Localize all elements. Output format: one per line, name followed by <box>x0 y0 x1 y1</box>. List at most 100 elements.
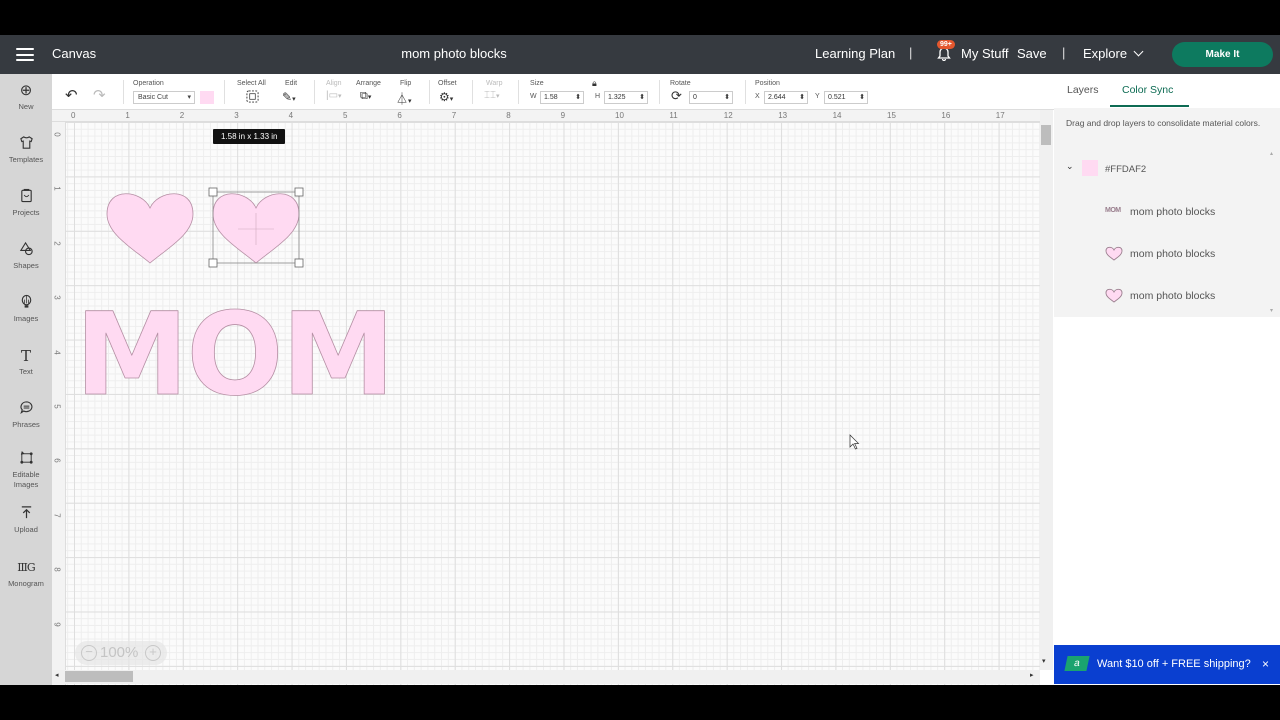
sidebar-label: Editable Images <box>12 470 40 489</box>
scroll-down-arrow[interactable]: ▾ <box>1042 657 1046 665</box>
my-stuff-link[interactable]: My Stuff <box>961 46 1008 61</box>
stepper-icon[interactable]: ⬍ <box>859 92 865 103</box>
sidebar-label: Templates <box>8 155 44 164</box>
heart-icon <box>1105 246 1123 261</box>
undo-icon[interactable]: ↶ <box>65 86 78 104</box>
redo-icon[interactable]: ↷ <box>93 86 106 104</box>
promo-banner[interactable]: a Want $10 off + FREE shipping? × <box>1054 645 1280 684</box>
explore-menu[interactable]: Explore <box>1083 46 1144 61</box>
width-value: 1.58 <box>544 94 558 101</box>
divider <box>472 80 473 104</box>
width-label: W <box>530 93 537 100</box>
heart-shape[interactable] <box>106 193 194 264</box>
width-input[interactable]: 1.58 ⬍ <box>540 91 584 104</box>
mom-text-shape[interactable]: MOM <box>75 288 396 422</box>
zoom-control: − 100% + <box>75 641 167 665</box>
resize-handle[interactable] <box>208 258 218 268</box>
layer-row[interactable]: mom photo blocks <box>1130 290 1215 302</box>
make-it-button[interactable]: Make It <box>1172 42 1273 67</box>
sidebar-item-monogram[interactable]: ⅢG Monogram <box>0 559 52 589</box>
sidebar-item-text[interactable]: T Text <box>0 347 52 377</box>
mouse-cursor-icon <box>849 434 860 450</box>
tab-color-sync[interactable]: Color Sync <box>1122 84 1173 96</box>
align-icon[interactable]: |▭▾ <box>326 90 342 101</box>
panel-scroll-up-arrow[interactable]: ▴ <box>1270 150 1273 157</box>
arrange-label: Arrange <box>356 80 381 87</box>
color-group-label: #FFDAF2 <box>1105 164 1147 175</box>
sidebar-item-phrases[interactable]: Phrases <box>0 400 52 430</box>
resize-handle[interactable] <box>294 187 304 197</box>
position-label: Position <box>755 80 780 87</box>
x-value: 2.644 <box>768 94 786 101</box>
sidebar-item-editable-images[interactable]: Editable Images <box>0 450 52 490</box>
active-tab-indicator <box>1110 105 1189 107</box>
layer-row[interactable]: mom photo blocks <box>1130 206 1215 218</box>
sidebar-item-templates[interactable]: Templates <box>0 135 52 165</box>
lightbulb-icon <box>0 294 52 312</box>
layer-row[interactable]: mom photo blocks <box>1130 248 1215 260</box>
divider <box>224 80 225 104</box>
rotate-input[interactable]: 0 ⬍ <box>689 91 733 104</box>
x-label: X <box>755 93 760 100</box>
warp-icon[interactable]: ⌶⌶▾ <box>484 90 500 101</box>
resize-handle[interactable] <box>294 258 304 268</box>
resize-handle[interactable] <box>208 187 218 197</box>
chevron-down-icon[interactable]: ⌄ <box>1066 161 1074 172</box>
material-color-swatch[interactable] <box>200 91 214 104</box>
y-label: Y <box>815 93 820 100</box>
color-sync-description: Drag and drop layers to consolidate mate… <box>1066 118 1261 128</box>
sidebar-item-projects[interactable]: Projects <box>0 188 52 218</box>
tab-layers[interactable]: Layers <box>1067 84 1099 96</box>
edit-pencil-icon[interactable]: ✎▾ <box>282 90 296 104</box>
edit-label: Edit <box>285 80 298 87</box>
scroll-right-arrow[interactable]: ▸ <box>1030 671 1034 679</box>
stepper-icon[interactable]: ⬍ <box>639 92 645 103</box>
flip-label: Flip <box>400 80 412 87</box>
divider <box>518 80 519 104</box>
arrange-icon[interactable]: ⧉▾ <box>360 90 371 103</box>
rotate-label: Rotate <box>670 80 691 87</box>
height-value: 1.325 <box>608 94 626 101</box>
promo-text: Want $10 off + FREE shipping? <box>1097 658 1251 670</box>
sidebar-label: Upload <box>14 525 38 534</box>
stepper-icon[interactable]: ⬍ <box>799 92 805 103</box>
scroll-left-arrow[interactable]: ◂ <box>55 671 59 679</box>
horizontal-scrollbar[interactable] <box>52 670 1040 684</box>
zoom-in-icon[interactable]: + <box>145 645 161 661</box>
stepper-icon[interactable]: ⬍ <box>575 92 581 103</box>
sidebar-label: Projects <box>12 208 40 217</box>
x-position-input[interactable]: 2.644 ⬍ <box>764 91 808 104</box>
plus-circle-icon: ⊕ <box>19 82 33 99</box>
stepper-icon[interactable]: ⬍ <box>724 92 730 103</box>
save-button[interactable]: Save <box>1017 46 1047 61</box>
learning-plan-link[interactable]: Learning Plan <box>815 46 895 61</box>
color-group-swatch[interactable] <box>1082 160 1098 176</box>
lock-icon[interactable]: 🔒︎ <box>592 78 597 89</box>
divider <box>314 80 315 104</box>
canvas-shapes: MOM <box>75 187 860 450</box>
horizontal-scroll-thumb[interactable] <box>65 671 133 682</box>
left-sidebar: ⊕ New Templates Projects Shapes Images T… <box>0 74 52 685</box>
sidebar-item-upload[interactable]: Upload <box>0 505 52 535</box>
sidebar-label: Shapes <box>13 261 39 270</box>
app-window: Canvas mom photo blocks Learning Plan | … <box>0 35 1280 685</box>
y-position-input[interactable]: 0.521 ⬍ <box>824 91 868 104</box>
rotate-icon[interactable]: ⟳ <box>671 88 682 104</box>
vertical-scrollbar[interactable] <box>1040 110 1053 670</box>
operation-select[interactable]: Basic Cut <box>133 91 195 104</box>
offer-icon: a <box>1064 656 1090 671</box>
design-canvas[interactable]: 0 1 2 3 4 5 6 7 8 9 10 11 12 13 14 15 16 17 0123456789 MO… <box>52 110 1040 685</box>
height-input[interactable]: 1.325 ⬍ <box>604 91 648 104</box>
panel-scroll-down-arrow[interactable]: ▾ <box>1270 307 1273 314</box>
vertical-scroll-thumb[interactable] <box>1041 125 1051 145</box>
sidebar-item-shapes[interactable]: Shapes <box>0 241 52 271</box>
zoom-out-icon[interactable]: − <box>81 645 97 661</box>
offset-label: Offset <box>438 80 457 87</box>
sidebar-item-new[interactable]: ⊕ New <box>0 82 52 112</box>
text-icon: T <box>20 347 31 365</box>
offset-icon[interactable]: ⚙▾ <box>439 90 453 104</box>
close-icon[interactable]: × <box>1262 657 1269 671</box>
sidebar-item-images[interactable]: Images <box>0 294 52 324</box>
select-all-icon[interactable] <box>246 90 259 106</box>
flip-icon[interactable]: ⏃▾ <box>396 90 412 107</box>
